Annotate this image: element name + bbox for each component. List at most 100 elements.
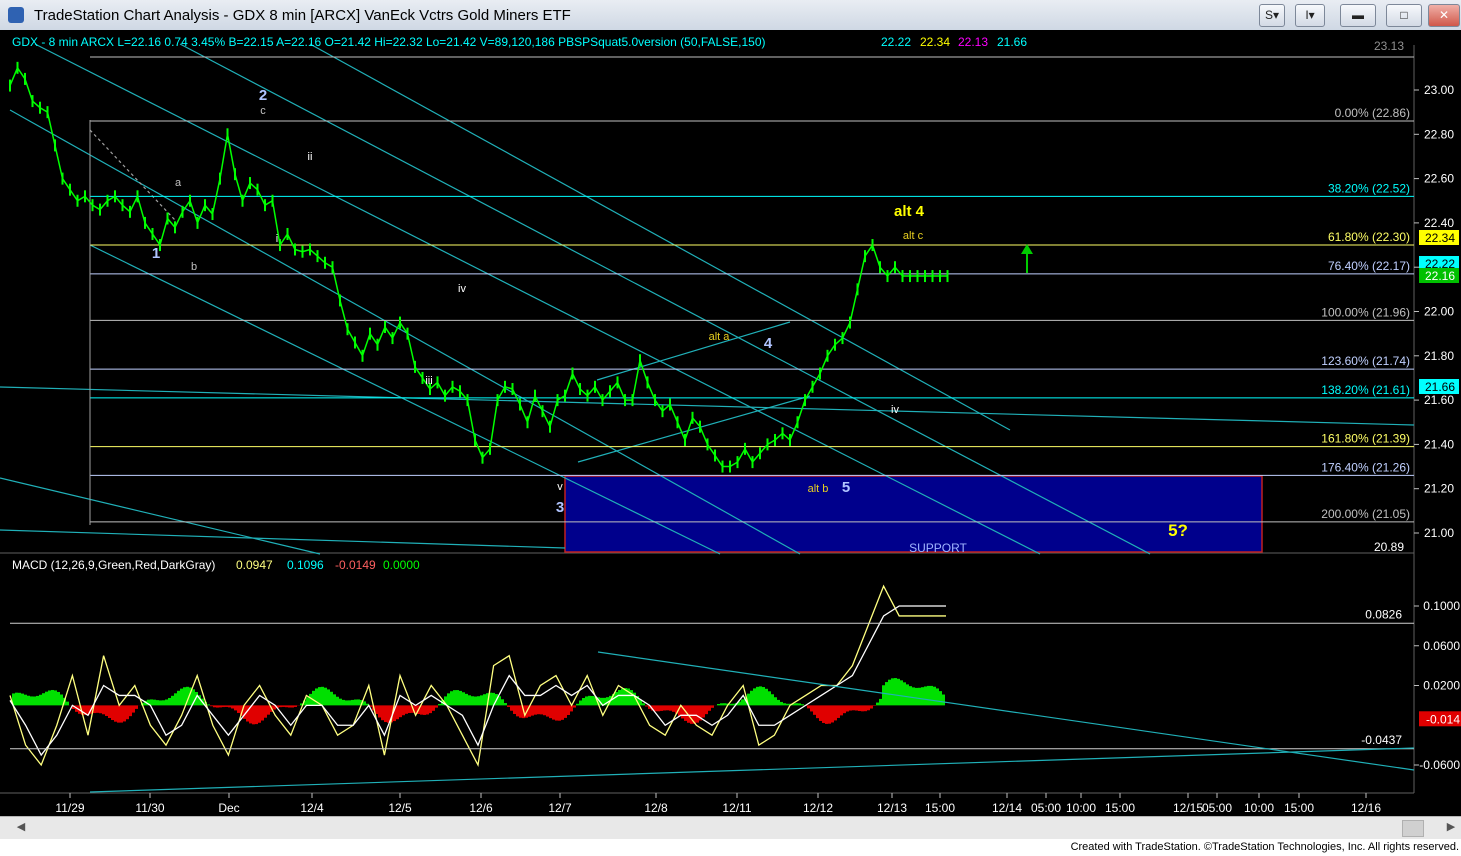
horizontal-scrollbar[interactable]: ◀ ▶	[0, 816, 1461, 839]
scroll-left-icon[interactable]: ◀	[14, 820, 28, 834]
macd-hist-bar	[429, 705, 432, 714]
time-tick-label: 12/13	[877, 801, 907, 815]
macd-hist-bar	[540, 705, 543, 715]
macd-tick-label: -0.0600	[1419, 758, 1460, 772]
maximize-button[interactable]: □	[1386, 4, 1422, 27]
macd-hist-bar	[831, 705, 834, 723]
price-tick-label: 21.60	[1424, 393, 1454, 407]
macd-hist-bar	[840, 705, 843, 716]
macd-hist-bar	[723, 703, 726, 706]
macd-hist-bar	[15, 692, 18, 706]
macd-hist-bar	[585, 696, 588, 706]
macd-hist-bar	[102, 705, 105, 715]
app-icon	[8, 7, 24, 23]
macd-hist-bar	[942, 694, 945, 706]
macd-hist-bar	[342, 699, 345, 706]
indicator-button[interactable]: I▾	[1295, 4, 1325, 27]
macd-hist-bar	[66, 701, 69, 706]
macd-hist-bar	[231, 705, 234, 709]
macd-hist-bar	[543, 705, 546, 716]
macd-hist-bar	[906, 684, 909, 706]
macd-hist-bar	[900, 680, 903, 706]
footer: Created with TradeStation. ©TradeStation…	[0, 839, 1461, 856]
macd-hist-bar	[867, 705, 870, 711]
chart-area[interactable]: 0.00% (22.86) 38.20% (22.52) 61.80% (22.30…	[0, 30, 1461, 840]
close-button[interactable]: ✕	[1428, 4, 1460, 27]
macd-hist-bar	[225, 705, 228, 707]
macd-hist-bar	[123, 705, 126, 722]
price-tag: 22.34	[1425, 231, 1455, 245]
macd-hist-bar	[159, 700, 162, 706]
macd-hist-bar	[180, 688, 183, 706]
macd-hist-bar	[870, 705, 873, 709]
macd-hist-bar	[321, 686, 324, 706]
macd-hist-bar	[579, 700, 582, 706]
macd-hist-bar	[756, 686, 759, 706]
macd-hist-bar	[720, 703, 723, 706]
macd-level-label: -0.0437	[1361, 733, 1402, 747]
fib-label: 161.80% (21.39)	[1321, 432, 1410, 446]
macd-hist-bar	[108, 705, 111, 718]
header-value: 21.66	[997, 35, 1027, 49]
macd-hist-bar	[708, 705, 711, 711]
macd-value: 0.0947	[236, 558, 273, 572]
macd-hist-bar	[783, 703, 786, 706]
macd-hist-bar	[657, 705, 660, 712]
time-tick-label: 12/14	[992, 801, 1022, 815]
header-value: 22.34	[920, 35, 950, 49]
symbol-link-label: S	[1264, 8, 1273, 22]
macd-hist-bar	[753, 688, 756, 706]
minimize-button[interactable]: ▬	[1340, 4, 1376, 27]
macd-hist-bar	[39, 694, 42, 706]
macd-tick-label: 0.0600	[1423, 639, 1460, 653]
macd-hist-bar	[519, 705, 522, 718]
macd-hist-bar	[504, 703, 507, 706]
macd-hist-bar	[483, 694, 486, 706]
macd-hist-bar	[696, 705, 699, 723]
macd-hist-bar	[468, 695, 471, 706]
macd-hist-bar	[813, 705, 816, 715]
macd-hist-bar	[456, 690, 459, 706]
macd-hist-bar	[99, 705, 102, 714]
macd-hist-bar	[909, 686, 912, 706]
close-icon: ✕	[1438, 8, 1450, 22]
macd-hist-bar	[561, 705, 564, 720]
indicator-label: I	[1305, 8, 1309, 22]
time-tick-label: 12/7	[548, 801, 572, 815]
macd-hist-bar	[615, 691, 618, 706]
macd-hist-bar	[459, 690, 462, 706]
wave-label: 5?	[1168, 521, 1188, 540]
macd-hist-bar	[807, 705, 810, 709]
macd-hist-bar	[801, 704, 804, 706]
macd-hist-bar	[156, 700, 159, 706]
macd-hist-bar	[171, 695, 174, 706]
macd-hist-bar	[927, 685, 930, 706]
fib-label: 138.20% (21.61)	[1321, 383, 1410, 397]
macd-hist-bar	[849, 705, 852, 711]
chart-canvas[interactable]: 0.00% (22.86) 38.20% (22.52) 61.80% (22.30…	[0, 30, 1461, 816]
macd-hist-bar	[555, 705, 558, 721]
macd-hist-bar	[666, 705, 669, 711]
macd-hist-bar	[30, 696, 33, 706]
macd-highlight-label: -0.014	[1426, 712, 1460, 726]
macd-hist-bar	[333, 694, 336, 706]
macd-hist-bar	[573, 705, 576, 708]
macd-hist-bar	[267, 705, 270, 715]
macd-hist-bar	[288, 705, 291, 708]
macd-hist-bar	[582, 698, 585, 706]
fib-label: 123.60% (21.74)	[1321, 354, 1410, 368]
macd-hist-bar	[114, 705, 117, 722]
macd-hist-bar	[537, 705, 540, 715]
macd-value: 0.1096	[287, 558, 324, 572]
scroll-right-icon[interactable]: ▶	[1444, 820, 1458, 834]
macd-hist-bar	[642, 703, 645, 706]
symbol-link-button[interactable]: S▾	[1259, 4, 1285, 27]
price-top-label: 23.13	[1374, 39, 1404, 53]
scroll-thumb[interactable]	[1402, 820, 1424, 837]
wave-label: iii	[425, 375, 432, 387]
macd-hist-bar	[564, 705, 567, 718]
price-tick-label: 22.40	[1424, 216, 1454, 230]
macd-hist-bar	[258, 705, 261, 723]
macd-hist-bar	[474, 696, 477, 706]
macd-hist-bar	[423, 705, 426, 715]
